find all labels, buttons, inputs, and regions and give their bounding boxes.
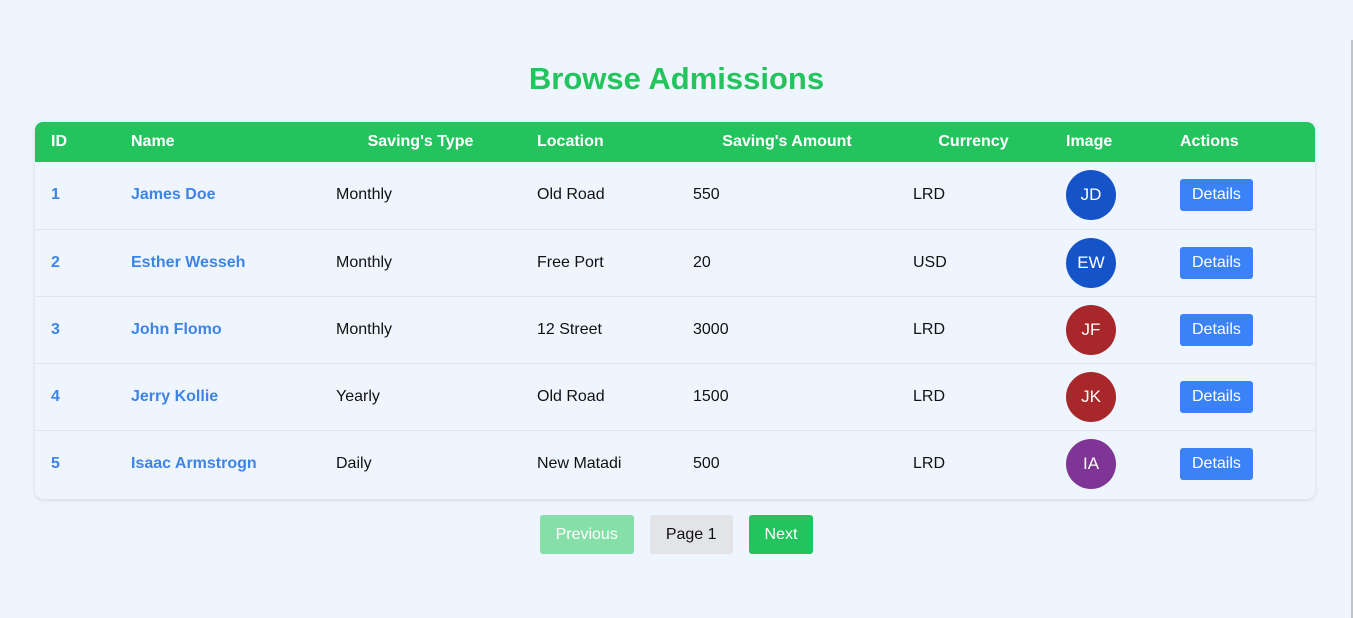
column-header-image: Image [1066, 133, 1113, 150]
row-saving-type: Monthly [336, 253, 393, 271]
row-currency: LRD [913, 186, 946, 204]
row-saving-type: Daily [336, 454, 372, 472]
row-actions-cell: Details [1164, 430, 1315, 497]
column-header-name: Name [131, 133, 175, 150]
admissions-table: ID Name Saving's Type Location Saving's … [35, 122, 1315, 497]
row-currency: LRD [913, 387, 946, 405]
row-saving-type: Yearly [336, 387, 380, 405]
avatar: JF [1066, 304, 1116, 355]
avatar: EW [1066, 237, 1116, 288]
row-image-cell: EW [1050, 229, 1164, 296]
table-row: 5 Isaac Armstrogn Daily New Matadi 500 L… [35, 430, 1315, 497]
row-saving-amount: 500 [693, 454, 720, 472]
row-currency: LRD [913, 454, 946, 472]
row-currency: USD [913, 253, 947, 271]
row-saving-amount: 20 [693, 253, 711, 271]
pagination: Previous Page 1 Next [0, 515, 1353, 554]
row-saving-type: Monthly [336, 320, 393, 338]
row-actions-cell: Details [1164, 229, 1315, 296]
row-image-cell: IA [1050, 430, 1164, 497]
row-name-link[interactable]: Esther Wesseh [115, 229, 320, 296]
row-name-link[interactable]: Isaac Armstrogn [115, 430, 320, 497]
details-button[interactable]: Details [1180, 246, 1253, 279]
row-actions-cell: Details [1164, 296, 1315, 363]
column-header-id: ID [51, 133, 67, 150]
page: Browse Admissions ID Name Saving's Type … [0, 0, 1353, 618]
next-button[interactable]: Next [748, 515, 814, 554]
row-saving-type: Monthly [336, 186, 393, 204]
column-header-saving-type: Saving's Type [367, 133, 474, 150]
avatar: JD [1066, 170, 1116, 221]
column-header-currency: Currency [938, 133, 1009, 150]
column-header-actions: Actions [1180, 133, 1239, 150]
table-row: 2 Esther Wesseh Monthly Free Port 20 USD… [35, 229, 1315, 296]
details-button[interactable]: Details [1180, 380, 1253, 413]
row-image-cell: JD [1050, 162, 1164, 229]
row-location: 12 Street [537, 320, 602, 338]
row-currency: LRD [913, 320, 946, 338]
column-header-location: Location [537, 133, 604, 150]
row-name-link[interactable]: John Flomo [115, 296, 320, 363]
row-image-cell: JF [1050, 296, 1164, 363]
row-name-link[interactable]: Jerry Kollie [115, 363, 320, 430]
row-saving-amount: 3000 [693, 320, 729, 338]
details-button[interactable]: Details [1180, 447, 1253, 480]
row-id: 4 [51, 387, 60, 405]
page-indicator: Page 1 [649, 515, 733, 554]
avatar: IA [1066, 438, 1116, 489]
row-actions-cell: Details [1164, 162, 1315, 229]
avatar: JK [1066, 371, 1116, 422]
row-saving-amount: 1500 [693, 387, 729, 405]
row-image-cell: JK [1050, 363, 1164, 430]
row-id: 5 [51, 454, 60, 472]
row-location: Old Road [537, 186, 605, 204]
row-location: Free Port [537, 253, 604, 271]
table-row: 1 James Doe Monthly Old Road 550 LRD JD … [35, 162, 1315, 229]
row-id: 3 [51, 320, 60, 338]
row-location: New Matadi [537, 454, 622, 472]
column-header-saving-amount: Saving's Amount [722, 133, 852, 150]
row-actions-cell: Details [1164, 363, 1315, 430]
row-location: Old Road [537, 387, 605, 405]
table-row: 3 John Flomo Monthly 12 Street 3000 LRD … [35, 296, 1315, 363]
details-button[interactable]: Details [1180, 313, 1253, 346]
row-name-link[interactable]: James Doe [115, 162, 320, 229]
admissions-table-card: ID Name Saving's Type Location Saving's … [35, 122, 1315, 499]
details-button[interactable]: Details [1180, 179, 1253, 212]
page-title: Browse Admissions [528, 61, 825, 96]
previous-button[interactable]: Previous [539, 515, 634, 554]
row-id: 1 [51, 186, 60, 204]
table-row: 4 Jerry Kollie Yearly Old Road 1500 LRD … [35, 363, 1315, 430]
row-saving-amount: 550 [693, 186, 720, 204]
table-header-row: ID Name Saving's Type Location Saving's … [35, 122, 1315, 162]
row-id: 2 [51, 253, 60, 271]
